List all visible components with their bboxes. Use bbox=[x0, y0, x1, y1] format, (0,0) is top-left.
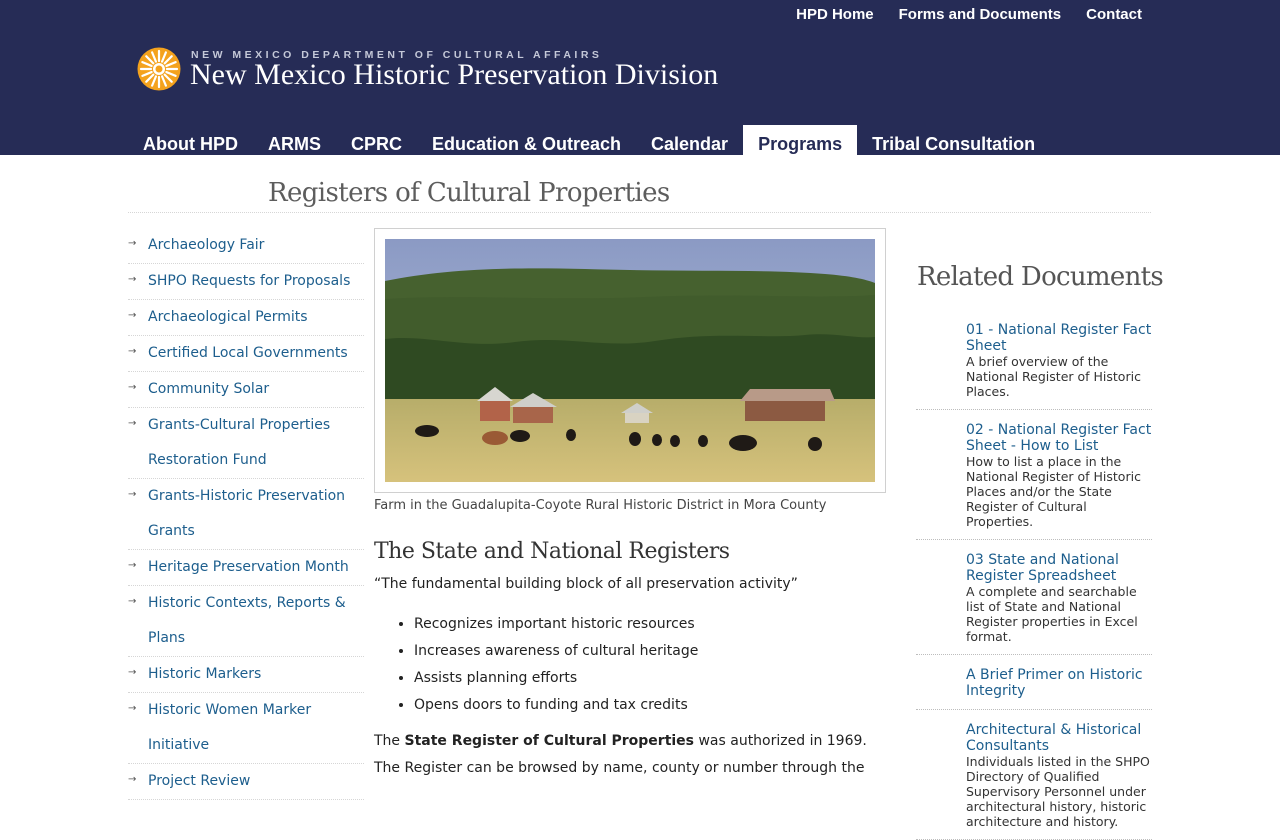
contact-link[interactable]: Contact bbox=[1086, 6, 1142, 23]
tab-calendar[interactable]: Calendar bbox=[636, 125, 743, 155]
doc-link[interactable]: A Brief Primer on Historic Integrity bbox=[966, 667, 1152, 699]
zia-sun-logo-icon[interactable] bbox=[137, 47, 181, 91]
forms-and-documents-link[interactable]: Forms and Documents bbox=[899, 6, 1062, 23]
sidebar-item-archaeology-fair[interactable]: → Archaeology Fair bbox=[128, 228, 364, 264]
farm-landscape-photo bbox=[385, 239, 875, 482]
benefits-list: Recognizes important historic resources … bbox=[374, 611, 886, 719]
sidebar-item-label[interactable]: Grants-Cultural Properties Restoration F… bbox=[148, 408, 364, 478]
doc-link[interactable]: 03 State and National Register Spreadshe… bbox=[966, 552, 1152, 584]
arrow-icon: → bbox=[128, 774, 137, 785]
doc-description: A complete and searchable list of State … bbox=[966, 584, 1138, 644]
sidebar-item-label[interactable]: Certified Local Governments bbox=[148, 336, 364, 371]
arrow-icon: → bbox=[128, 274, 137, 285]
site-title[interactable]: New Mexico Historic Preservation Divisio… bbox=[190, 58, 718, 92]
arrow-icon: → bbox=[128, 489, 137, 500]
sidebar-item-historic-women-marker[interactable]: → Historic Women Marker Initiative bbox=[128, 693, 364, 764]
body-paragraph: The State Register of Cultural Propertie… bbox=[374, 728, 886, 782]
arrow-icon: → bbox=[128, 560, 137, 571]
tab-programs[interactable]: Programs bbox=[743, 125, 858, 155]
doc-link[interactable]: 01 - National Register Fact Sheet bbox=[966, 322, 1152, 354]
sidebar-item-historic-markers[interactable]: → Historic Markers bbox=[128, 657, 364, 693]
list-item: Opens doors to funding and tax credits bbox=[414, 692, 886, 719]
photo-caption: Farm in the Guadalupita-Coyote Rural His… bbox=[374, 498, 827, 513]
related-documents-title: Related Documents bbox=[917, 262, 1164, 292]
list-item: Increases awareness of cultural heritage bbox=[414, 638, 886, 665]
related-doc-item: 02 - National Register Fact Sheet - How … bbox=[916, 410, 1152, 540]
sidebar-item-label[interactable]: Historic Markers bbox=[148, 657, 364, 692]
sidebar-item-grants-historic-preservation[interactable]: → Grants-Historic Preservation Grants bbox=[128, 479, 364, 550]
list-item: Recognizes important historic resources bbox=[414, 611, 886, 638]
sidebar-item-historic-contexts[interactable]: → Historic Contexts, Reports & Plans bbox=[128, 586, 364, 657]
sidebar-item-label[interactable]: Historic Contexts, Reports & Plans bbox=[148, 586, 364, 656]
arrow-icon: → bbox=[128, 382, 137, 393]
hpd-home-link[interactable]: HPD Home bbox=[796, 6, 874, 23]
sidebar-item-grants-cultural-properties[interactable]: → Grants-Cultural Properties Restoration… bbox=[128, 408, 364, 479]
sidebar-item-archaeological-permits[interactable]: → Archaeological Permits bbox=[128, 300, 364, 336]
para-text: The bbox=[374, 733, 405, 749]
utility-links: HPD Home Forms and Documents Contact bbox=[796, 6, 1142, 23]
tab-about-hpd[interactable]: About HPD bbox=[128, 125, 253, 155]
related-doc-item: 01 - National Register Fact Sheet A brie… bbox=[916, 310, 1152, 410]
sidebar-item-label[interactable]: Project Review bbox=[148, 764, 364, 799]
sidebar-item-label[interactable]: Community Solar bbox=[148, 372, 364, 407]
arrow-icon: → bbox=[128, 238, 137, 249]
tab-tribal-consultation[interactable]: Tribal Consultation bbox=[857, 125, 1050, 155]
sidebar-item-community-solar[interactable]: → Community Solar bbox=[128, 372, 364, 408]
arrow-icon: → bbox=[128, 310, 137, 321]
sidebar-nav: → Archaeology Fair → SHPO Requests for P… bbox=[128, 228, 364, 800]
doc-description: How to list a place in the National Regi… bbox=[966, 454, 1141, 529]
doc-description: Individuals listed in the SHPO Directory… bbox=[966, 754, 1150, 829]
sidebar-item-label[interactable]: Grants-Historic Preservation Grants bbox=[148, 479, 364, 549]
arrow-icon: → bbox=[128, 596, 137, 607]
quote-text: “The fundamental building block of all p… bbox=[374, 576, 798, 592]
state-register-bold: State Register of Cultural Properties bbox=[404, 733, 695, 749]
related-doc-item: A Brief Primer on Historic Integrity bbox=[916, 655, 1152, 710]
arrow-icon: → bbox=[128, 703, 137, 714]
tab-cprc[interactable]: CPRC bbox=[336, 125, 417, 155]
sidebar-item-certified-local-governments[interactable]: → Certified Local Governments bbox=[128, 336, 364, 372]
page-title: Registers of Cultural Properties bbox=[268, 178, 670, 208]
main-navigation: About HPD ARMS CPRC Education & Outreach… bbox=[128, 125, 1050, 155]
main-content: Farm in the Guadalupita-Coyote Rural His… bbox=[374, 228, 886, 796]
arrow-icon: → bbox=[128, 667, 137, 678]
doc-link[interactable]: 02 - National Register Fact Sheet - How … bbox=[966, 422, 1152, 454]
related-doc-item: Architectural & Historical Consultants I… bbox=[916, 710, 1152, 840]
doc-description: A brief overview of the National Registe… bbox=[966, 354, 1141, 399]
tab-arms[interactable]: ARMS bbox=[253, 125, 336, 155]
title-divider bbox=[128, 212, 1151, 213]
list-item: Assists planning efforts bbox=[414, 665, 886, 692]
sidebar-item-label[interactable]: Archaeological Permits bbox=[148, 300, 364, 335]
sidebar-item-label[interactable]: Heritage Preservation Month bbox=[148, 550, 364, 585]
sidebar-item-project-review[interactable]: → Project Review bbox=[128, 764, 364, 800]
sidebar-item-label[interactable]: Historic Women Marker Initiative bbox=[148, 693, 364, 763]
photo-frame bbox=[374, 228, 886, 493]
arrow-icon: → bbox=[128, 346, 137, 357]
related-doc-item: 03 State and National Register Spreadshe… bbox=[916, 540, 1152, 655]
doc-link[interactable]: Architectural & Historical Consultants bbox=[966, 722, 1152, 754]
tab-education-outreach[interactable]: Education & Outreach bbox=[417, 125, 636, 155]
arrow-icon: → bbox=[128, 418, 137, 429]
related-documents: Related Documents 01 - National Register… bbox=[916, 262, 1164, 840]
sidebar-item-shpo-rfp[interactable]: → SHPO Requests for Proposals bbox=[128, 264, 364, 300]
sidebar-item-heritage-preservation-month[interactable]: → Heritage Preservation Month bbox=[128, 550, 364, 586]
site-header: HPD Home Forms and Documents Contact NEW… bbox=[0, 0, 1280, 155]
sidebar-item-label[interactable]: SHPO Requests for Proposals bbox=[148, 264, 364, 299]
section-heading: The State and National Registers bbox=[374, 539, 730, 564]
sidebar-item-label[interactable]: Archaeology Fair bbox=[148, 228, 364, 263]
